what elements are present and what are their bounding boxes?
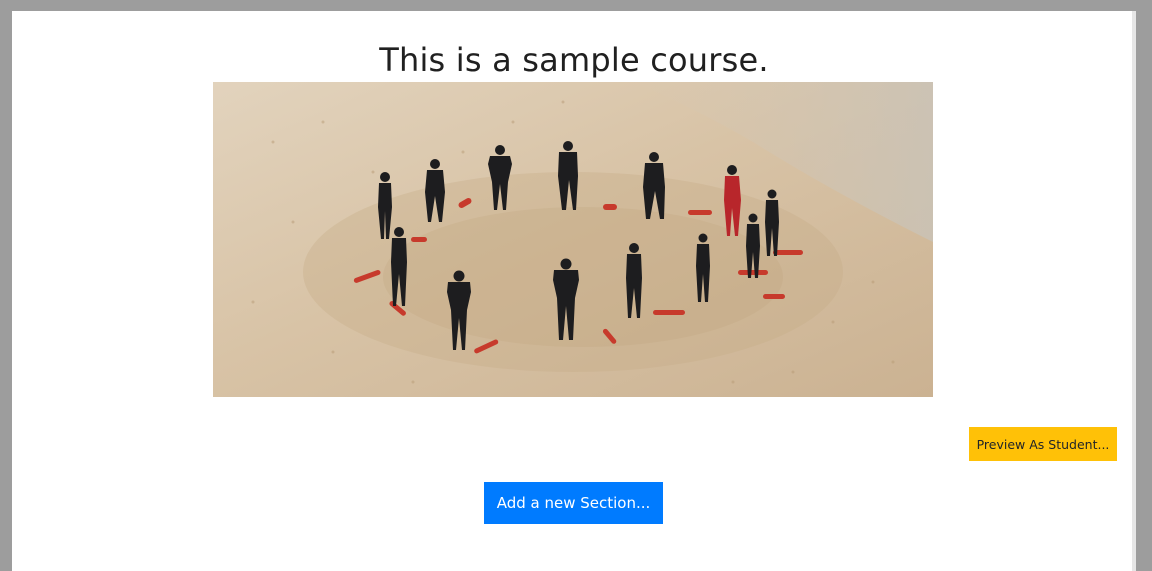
course-banner-image <box>213 82 933 397</box>
course-title: This is a sample course. <box>379 41 769 79</box>
preview-as-student-button[interactable]: Preview As Student... <box>969 427 1117 461</box>
course-page: This is a sample course. Preview As Stud… <box>12 11 1136 571</box>
add-section-button[interactable]: Add a new Section... <box>484 482 663 524</box>
